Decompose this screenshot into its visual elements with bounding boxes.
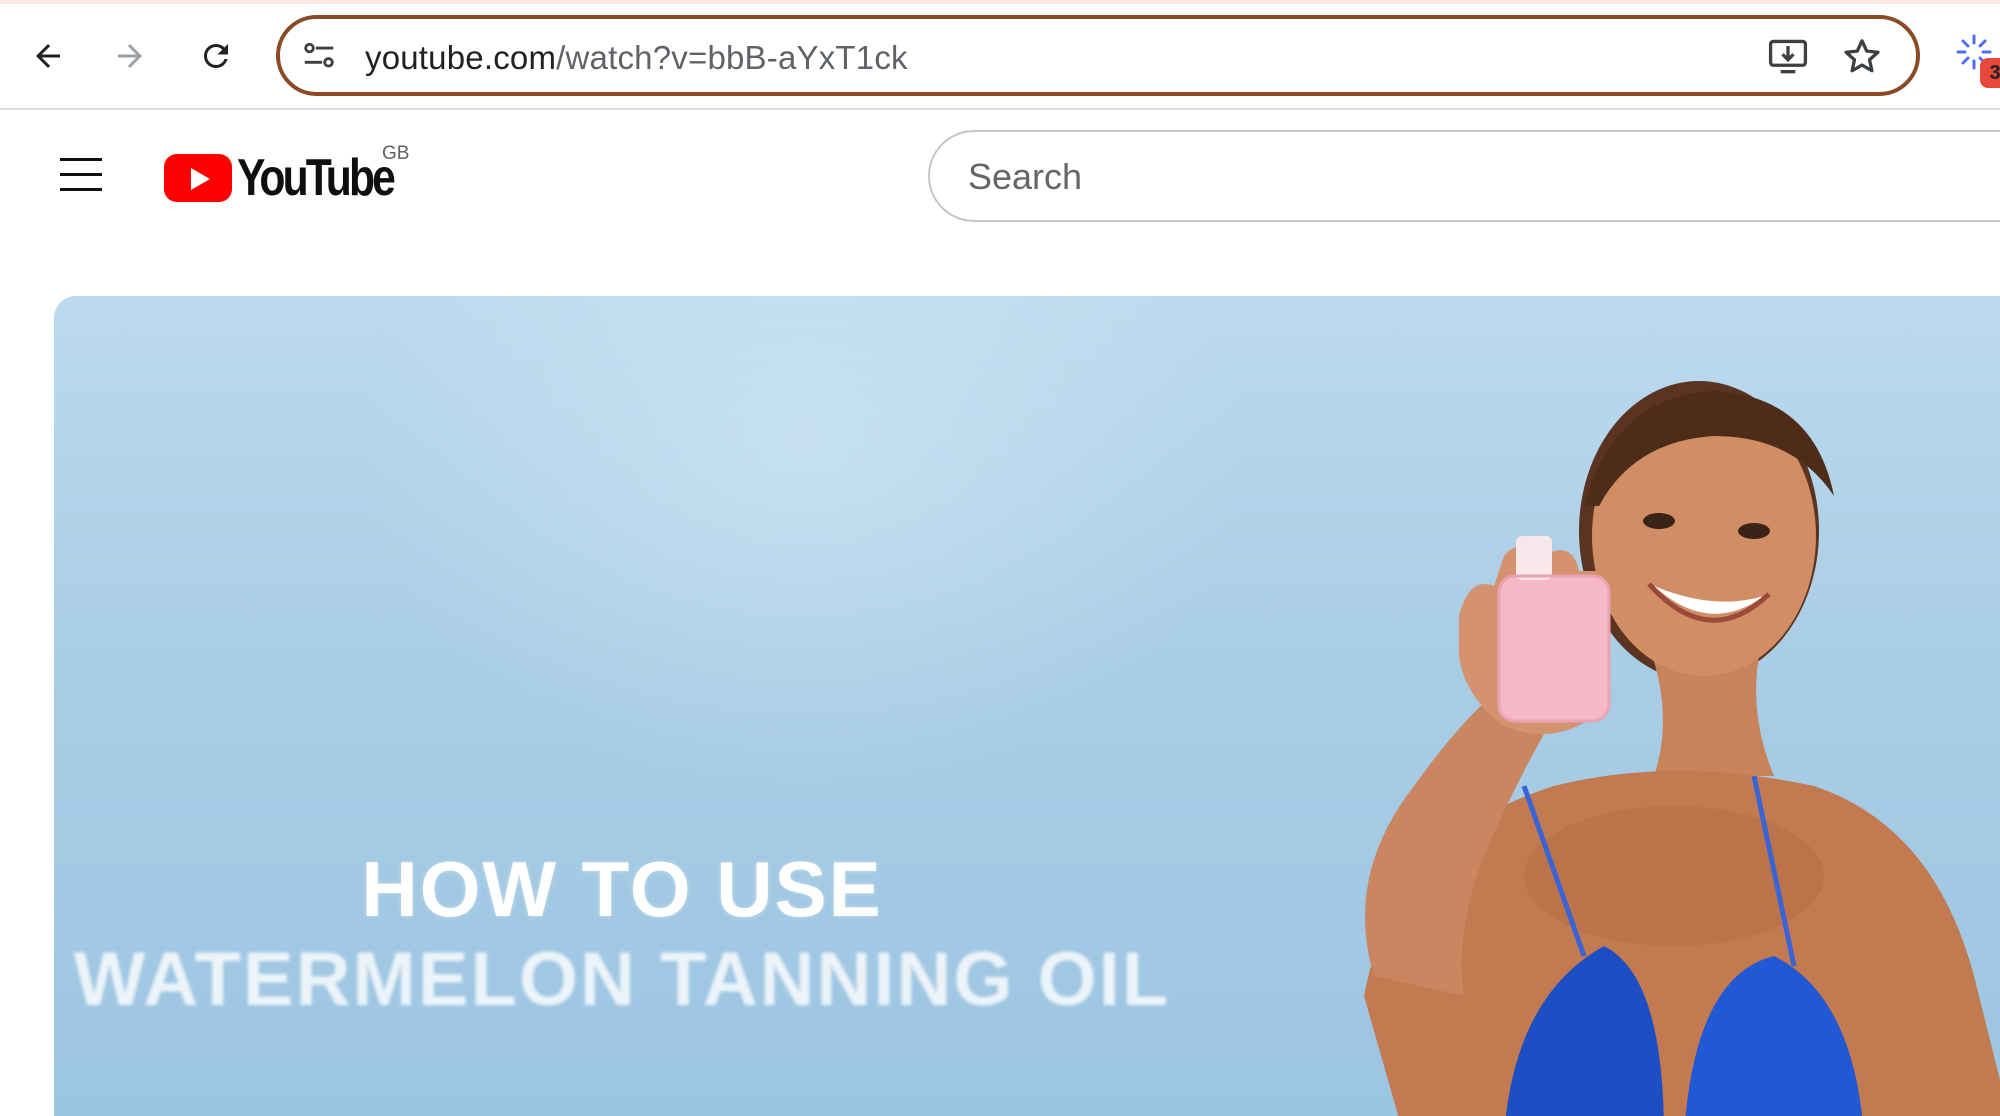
back-button[interactable] <box>22 30 74 82</box>
reload-icon <box>203 43 228 68</box>
site-settings-icon[interactable] <box>300 37 338 75</box>
extension-badge: 3 <box>1980 58 2000 88</box>
extension-button[interactable]: 3 <box>1954 32 2000 88</box>
video-player[interactable]: HOW TO USE WATERMELON TANNING OIL <box>54 296 2000 1116</box>
url-text[interactable]: youtube.com/watch?v=bbB-aYxT1ck <box>365 39 908 77</box>
video-caption-line1: HOW TO USE <box>361 845 883 933</box>
youtube-logo[interactable]: YouTube GB <box>164 143 424 207</box>
search-placeholder: Search <box>968 156 1083 197</box>
hamburger-icon <box>60 158 102 161</box>
video-frame-woman-holding-product <box>1364 381 2000 1116</box>
search-input[interactable]: Search <box>928 130 2000 222</box>
reload-button[interactable] <box>190 30 242 82</box>
youtube-play-icon <box>164 154 232 202</box>
hamburger-icon-bar <box>60 173 102 176</box>
address-bar[interactable]: youtube.com/watch?v=bbB-aYxT1ck <box>276 15 1920 96</box>
url-host: youtube.com <box>365 39 557 76</box>
install-app-icon[interactable] <box>1766 35 1810 79</box>
back-arrow-icon <box>36 44 60 68</box>
hamburger-icon-bar <box>60 188 102 191</box>
url-path: /watch?v=bbB-aYxT1ck <box>556 39 908 76</box>
video-caption-line2: WATERMELON TANNING OIL <box>73 937 1171 1022</box>
bookmark-star-icon[interactable] <box>1840 35 1884 79</box>
forward-button[interactable] <box>104 30 156 82</box>
forward-arrow-icon <box>118 44 142 68</box>
guide-menu-button[interactable] <box>58 152 104 198</box>
country-code: GB <box>382 143 410 164</box>
browser-toolbar: youtube.com/watch?v=bbB-aYxT1ck 3 <box>0 0 2000 110</box>
video-background <box>354 296 1254 796</box>
youtube-wordmark: YouTube <box>237 149 396 207</box>
tab-strip-edge <box>0 0 2000 4</box>
